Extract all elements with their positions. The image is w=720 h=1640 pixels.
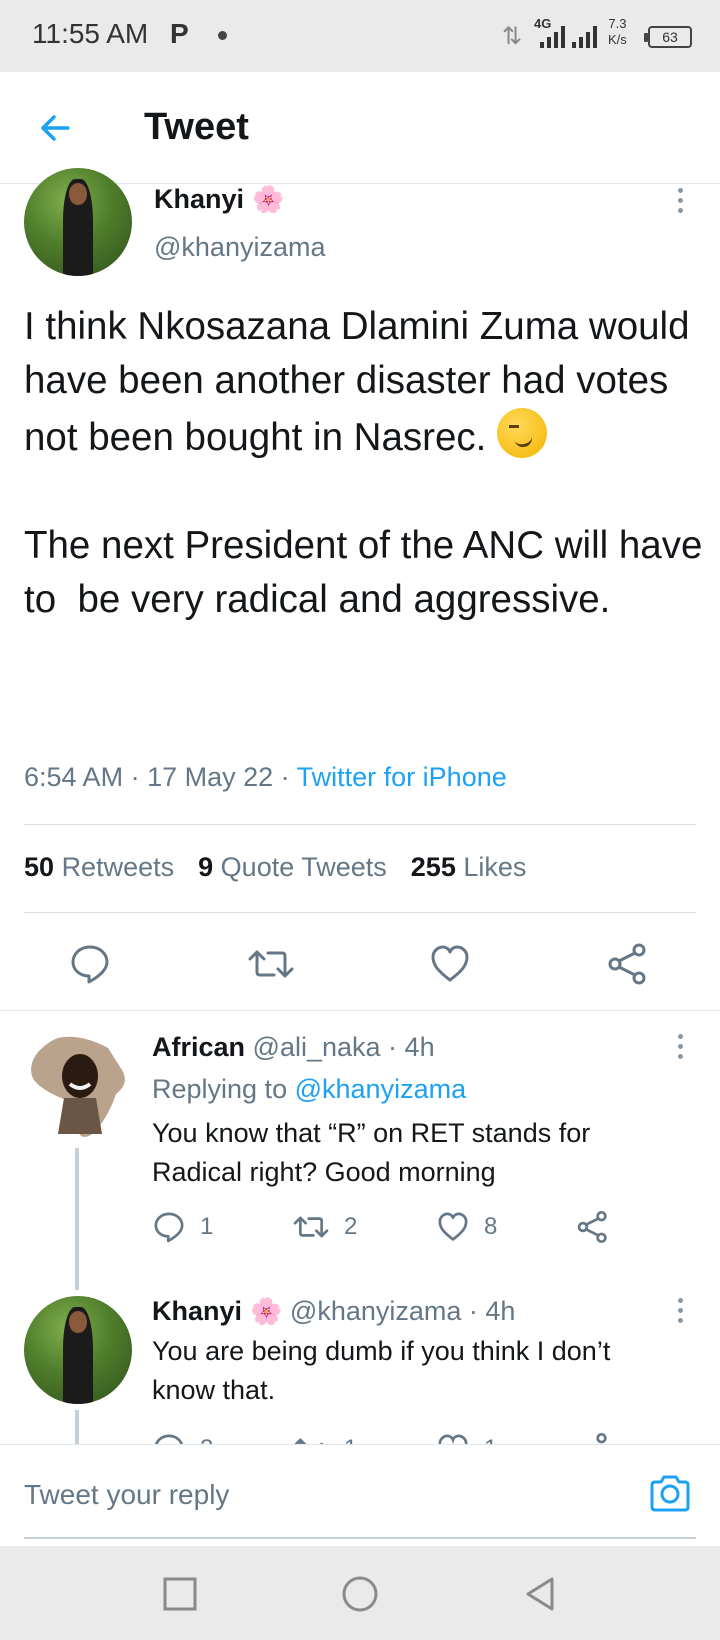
tweet-time: 6:54 AM (24, 762, 124, 792)
like-heart-icon (438, 1212, 468, 1241)
reply-1-share-button[interactable] (576, 1210, 610, 1244)
reply-1-retweet-button[interactable]: 2 (292, 1210, 357, 1244)
replying-to-mention[interactable]: @khanyizama (295, 1074, 466, 1104)
tweet-paragraph-2: The next President of the ANC will have … (24, 524, 714, 621)
reply-2-handle[interactable]: @khanyizama (290, 1296, 461, 1326)
reply-1-header: African @ali_naka · 4h (152, 1032, 435, 1062)
share-icon (577, 1210, 607, 1244)
thread-connector (75, 1148, 79, 1290)
divider (24, 824, 696, 825)
author-handle[interactable]: @khanyizama (154, 232, 325, 263)
reply-1-more-icon[interactable] (670, 1034, 690, 1064)
reply-1-handle[interactable]: @ali_naka (253, 1032, 381, 1062)
reply-2-like-button[interactable]: 1 (436, 1432, 497, 1444)
divider (24, 912, 696, 913)
replying-to-label: Replying to @khanyizama (152, 1074, 467, 1104)
tweet-date: 17 May 22 (147, 762, 274, 792)
reply-1-like-button[interactable]: 8 (436, 1210, 497, 1244)
reply-1-actions: 1 2 8 (152, 1210, 632, 1250)
reply-2-author-name[interactable]: Khanyi (152, 1296, 242, 1326)
recent-apps-icon[interactable] (160, 1574, 200, 1614)
reply-2-actions-clipped: 2 1 1 (0, 1430, 720, 1444)
share-icon[interactable] (606, 942, 650, 986)
back-nav-icon[interactable] (520, 1574, 560, 1614)
tweet-body: I think Nkosazana Dlamini Zuma would hav… (24, 300, 704, 627)
reply-2-text: You are being dumb if you think I don’t … (152, 1336, 611, 1405)
reply-2-share-button[interactable] (576, 1432, 610, 1444)
smirk-emoji (497, 408, 548, 458)
like-heart-icon[interactable] (428, 942, 472, 986)
author-avatar[interactable] (24, 168, 132, 276)
arrow-left-icon (41, 115, 70, 141)
network-speed: 7.3 K/s (608, 16, 627, 47)
system-navigation-bar (0, 1546, 720, 1640)
reply-2-header: Khanyi 🌸 @khanyizama · 4h (152, 1296, 516, 1326)
reply-icon (154, 1212, 184, 1243)
status-time: 11:55 AM (32, 18, 149, 49)
battery-icon: 63 (644, 26, 692, 48)
reply-icon[interactable] (68, 942, 112, 986)
reply-compose-bar: Tweet your reply (0, 1444, 720, 1544)
quote-tweets-stat[interactable]: 9 Quote Tweets (198, 852, 387, 883)
reply-2-age: 4h (485, 1296, 516, 1326)
reply-icon (155, 1434, 183, 1444)
section-divider (0, 1010, 720, 1011)
reply-2-actions: 2 1 1 (152, 1432, 632, 1444)
retweets-stat[interactable]: 50 Retweets (24, 852, 174, 883)
reply-1-author-name[interactable]: African (152, 1032, 245, 1062)
retweet-icon (294, 1437, 323, 1444)
tweet-source-link[interactable]: Twitter for iPhone (297, 762, 507, 792)
notification-dot-icon (218, 31, 227, 40)
retweet-icon[interactable] (246, 942, 296, 986)
reply-1-age: 4h (404, 1032, 435, 1062)
tweet-paragraph-1: I think Nkosazana Dlamini Zuma would hav… (24, 305, 701, 459)
reply-input[interactable]: Tweet your reply (24, 1479, 229, 1511)
likes-stat[interactable]: 255 Likes (411, 852, 527, 883)
cherry-blossom-emoji: 🌸 (250, 1296, 283, 1326)
reply-2-reply-button[interactable]: 2 (152, 1432, 213, 1444)
signal-strength-icon-2 (572, 24, 597, 48)
reply-2-more-icon[interactable] (670, 1298, 690, 1328)
status-bar: 11:55 AM P ⇅ 4G 7.3 K/s 63 (0, 0, 720, 72)
retweet-icon (293, 1216, 329, 1238)
cherry-blossom-emoji: 🌸 (252, 184, 285, 214)
reply-avatar-african[interactable] (24, 1034, 132, 1142)
tweet-stats: 50 Retweets 9 Quote Tweets 255 Likes (24, 852, 526, 883)
back-button[interactable] (34, 106, 78, 150)
signal-strength-icon (540, 24, 565, 48)
page-title: Tweet (144, 106, 249, 148)
reply-2-retweet-button[interactable]: 1 (292, 1432, 357, 1444)
data-transfer-icon: ⇅ (502, 23, 523, 50)
reply-input-underline (24, 1537, 696, 1539)
tweet-action-bar (0, 942, 720, 992)
camera-icon[interactable] (648, 1473, 692, 1513)
reply-1-reply-button[interactable]: 1 (152, 1210, 213, 1244)
parking-notification-icon: P (170, 18, 189, 49)
home-icon[interactable] (340, 1574, 380, 1614)
share-icon (596, 1432, 607, 1444)
tweet-meta: 6:54 AM · 17 May 22 · Twitter for iPhone (24, 762, 507, 792)
more-options-icon[interactable] (670, 188, 690, 218)
reply-avatar-khanyi[interactable] (24, 1296, 132, 1404)
app-header: Tweet (0, 72, 720, 184)
author-name[interactable]: Khanyi 🌸 (154, 184, 284, 215)
reply-1-text: You know that “R” on RET stands for Radi… (152, 1118, 591, 1187)
like-heart-icon (438, 1434, 468, 1444)
